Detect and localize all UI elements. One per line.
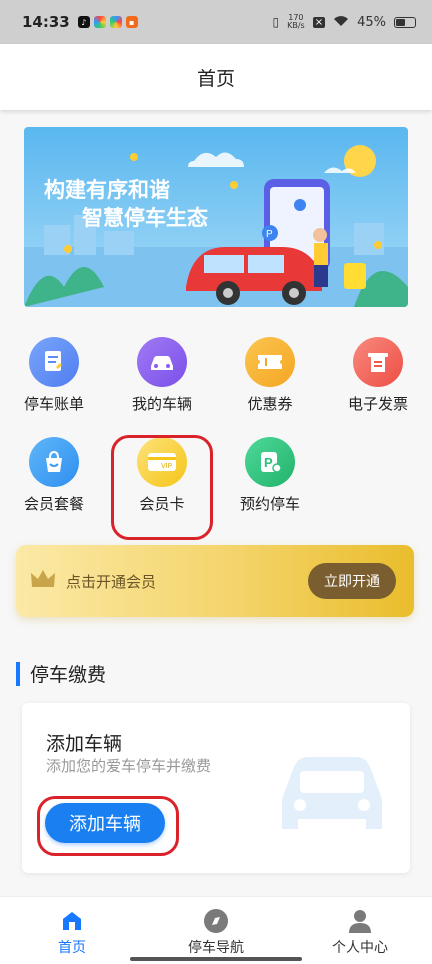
status-time: 14:33 bbox=[22, 13, 70, 31]
vip-card-highlight bbox=[111, 435, 213, 540]
vibrate-icon: ▯ bbox=[272, 15, 280, 29]
section-accent-bar bbox=[16, 661, 20, 686]
home-icon bbox=[58, 907, 86, 935]
bill-icon bbox=[29, 337, 79, 387]
add-vehicle-highlight bbox=[37, 796, 179, 856]
wifi-icon bbox=[333, 15, 349, 30]
card-subtitle: 添加您的爱车停车并缴费 bbox=[46, 757, 212, 775]
invoice-icon bbox=[353, 337, 403, 387]
action-label: 会员套餐 bbox=[23, 495, 84, 513]
status-bar: 14:33 ♪ ▪ ▯ 170 KB/s × 45% bbox=[0, 0, 432, 44]
activate-vip-button[interactable]: 立即开通 bbox=[308, 563, 396, 599]
car-watermark-icon bbox=[282, 757, 382, 829]
car-icon bbox=[137, 337, 187, 387]
card-title: 添加车辆 bbox=[46, 733, 123, 755]
action-label: 我的车辆 bbox=[131, 395, 192, 413]
action-parking-bill[interactable]: 停车账单 bbox=[4, 337, 104, 414]
tab-home[interactable]: 首页 bbox=[0, 897, 144, 957]
home-gesture-indicator[interactable] bbox=[130, 957, 302, 961]
coupon-icon bbox=[245, 337, 295, 387]
tab-label: 首页 bbox=[58, 940, 86, 956]
action-my-vehicles[interactable]: 我的车辆 bbox=[112, 337, 212, 414]
bottom-tab-bar: 首页 停车导航 个人中心 bbox=[0, 896, 432, 964]
svg-text:P: P bbox=[266, 229, 273, 240]
action-e-invoice[interactable]: 电子发票 bbox=[328, 337, 428, 414]
tiktok-icon: ♪ bbox=[77, 16, 90, 28]
tab-label: 个人中心 bbox=[332, 940, 388, 956]
promo-banner[interactable]: P 构建有序和谐 智慧停车生态 bbox=[24, 127, 408, 307]
app-notification-icon: ▪ bbox=[125, 16, 138, 28]
package-icon bbox=[29, 437, 79, 487]
user-icon bbox=[346, 907, 374, 935]
tab-label: 停车导航 bbox=[188, 940, 244, 956]
action-label: 停车账单 bbox=[23, 395, 84, 413]
tab-profile[interactable]: 个人中心 bbox=[288, 897, 432, 957]
vip-membership-bar[interactable]: 点击开通会员 立即开通 bbox=[16, 545, 414, 617]
battery-icon bbox=[394, 16, 416, 28]
page-title: 首页 bbox=[196, 67, 235, 90]
compass-icon bbox=[202, 907, 230, 935]
action-reserve-parking[interactable]: P 预约停车 bbox=[220, 437, 320, 514]
tab-parking-navigation[interactable]: 停车导航 bbox=[144, 897, 288, 957]
app-pinwheel-icon bbox=[93, 16, 106, 28]
action-label: 电子发票 bbox=[347, 395, 408, 413]
svg-text:P: P bbox=[264, 455, 273, 470]
action-label: 优惠券 bbox=[247, 395, 293, 413]
crown-icon bbox=[30, 569, 56, 593]
section-title: 停车缴费 bbox=[30, 664, 107, 686]
action-member-package[interactable]: 会员套餐 bbox=[4, 437, 104, 514]
app-pinwheel-icon-2 bbox=[109, 16, 122, 28]
battery-percent: 45% bbox=[357, 14, 386, 30]
page-header: 首页 bbox=[0, 44, 432, 110]
vip-bar-text: 点击开通会员 bbox=[66, 572, 157, 591]
action-coupons[interactable]: 优惠券 bbox=[220, 337, 320, 414]
banner-slogan-line1: 构建有序和谐 bbox=[44, 178, 170, 202]
banner-illustration: P 构建有序和谐 智慧停车生态 bbox=[24, 127, 408, 307]
status-notification-icons: ♪ ▪ bbox=[77, 16, 138, 28]
section-header: 停车缴费 bbox=[16, 660, 106, 687]
no-sim-icon: × bbox=[312, 16, 326, 28]
action-label: 预约停车 bbox=[239, 495, 300, 513]
reserve-parking-icon: P bbox=[245, 437, 295, 487]
banner-slogan-line2: 智慧停车生态 bbox=[82, 206, 208, 230]
network-speed: 170 KB/s bbox=[287, 13, 305, 30]
